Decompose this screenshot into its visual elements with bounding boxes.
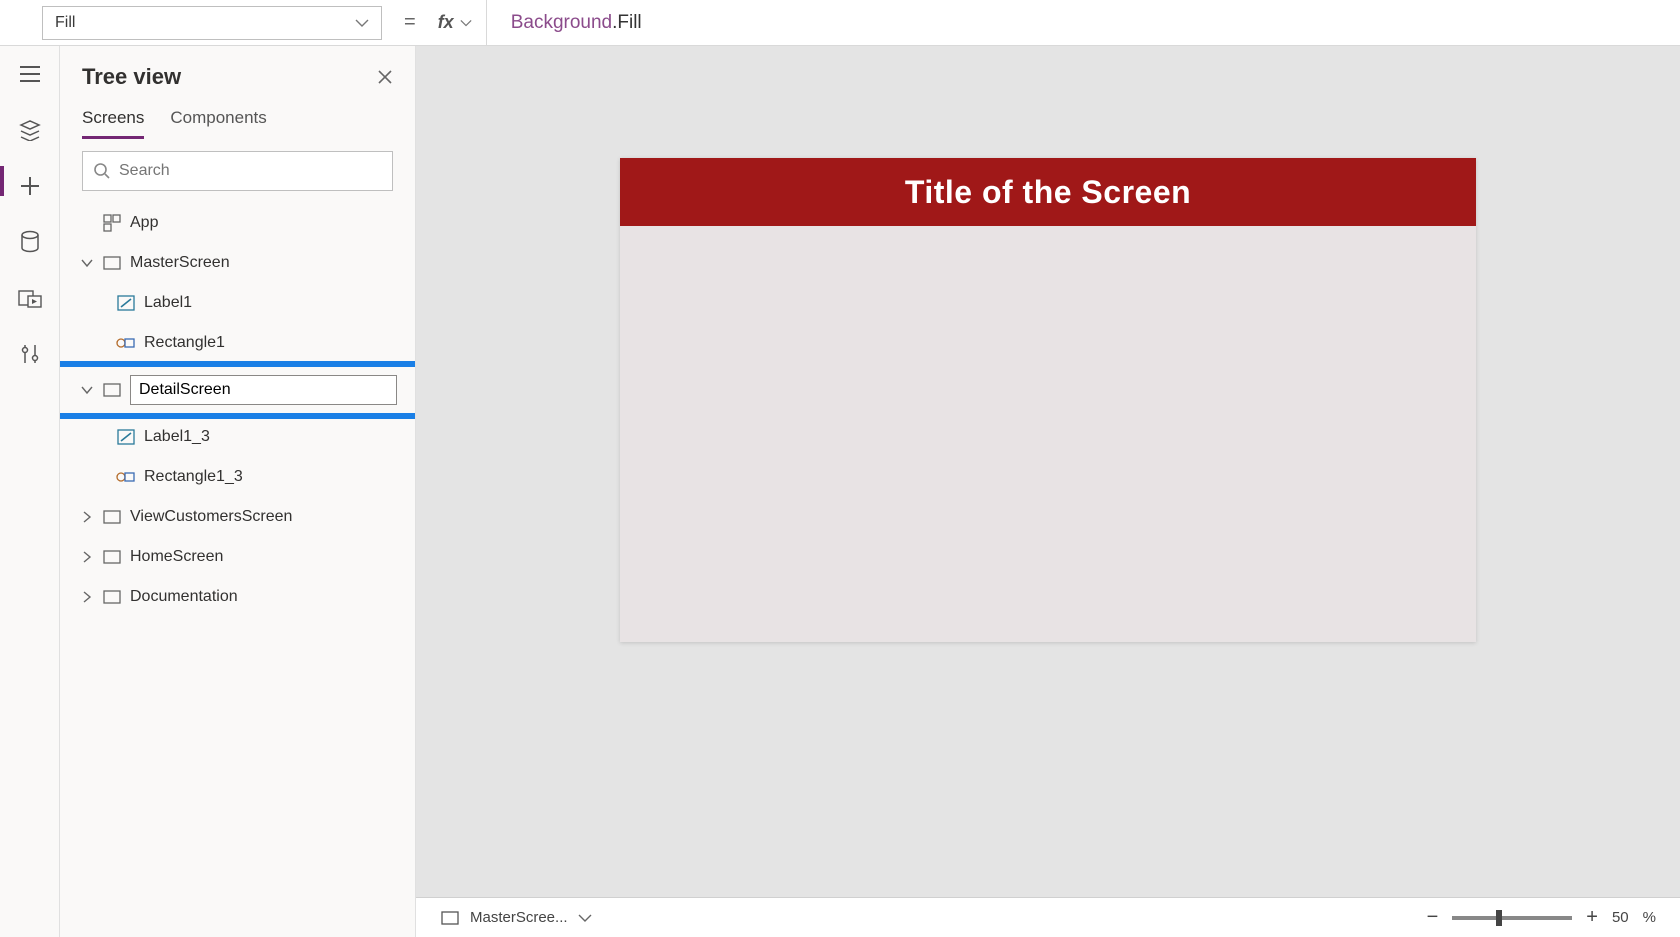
tree-node-app[interactable]: App bbox=[60, 203, 415, 243]
tree-node-label1[interactable]: Label1 bbox=[60, 283, 415, 323]
tree-node-label: Documentation bbox=[130, 588, 238, 606]
chevron-down-icon[interactable] bbox=[80, 258, 94, 268]
tree-node-masterscreen[interactable]: MasterScreen bbox=[60, 243, 415, 283]
zoom-thumb[interactable] bbox=[1496, 910, 1502, 926]
chevron-down-icon bbox=[355, 18, 369, 28]
chevron-right-icon[interactable] bbox=[80, 551, 94, 563]
tree-view-icon[interactable] bbox=[16, 116, 44, 144]
chevron-right-icon[interactable] bbox=[80, 511, 94, 523]
left-rail bbox=[0, 46, 60, 937]
screen-icon bbox=[102, 253, 122, 273]
advanced-tools-icon[interactable] bbox=[16, 340, 44, 368]
tree-node-label: Rectangle1_3 bbox=[144, 468, 243, 486]
label-icon bbox=[116, 427, 136, 447]
chevron-down-icon[interactable] bbox=[80, 385, 94, 395]
insert-icon[interactable] bbox=[16, 172, 44, 200]
rail-active-indicator bbox=[0, 166, 4, 196]
formula-control: Background bbox=[511, 12, 612, 33]
tree-node-rectangle1-3[interactable]: Rectangle1_3 bbox=[60, 457, 415, 497]
formula-bar: Fill = fx Background.Fill bbox=[0, 0, 1680, 46]
canvas-viewport[interactable]: Title of the Screen bbox=[416, 46, 1680, 897]
tree-node-detailscreen-editing[interactable] bbox=[60, 363, 415, 417]
tab-components[interactable]: Components bbox=[170, 108, 266, 139]
fx-label[interactable]: fx bbox=[438, 0, 487, 45]
tree-node-label: HomeScreen bbox=[130, 548, 223, 566]
screen-icon bbox=[102, 380, 122, 400]
screen-icon bbox=[102, 587, 122, 607]
tree-node-label1-3[interactable]: Label1_3 bbox=[60, 417, 415, 457]
tree-title: Tree view bbox=[82, 64, 181, 90]
status-selected-screen[interactable]: MasterScree... bbox=[470, 909, 568, 926]
tree-node-label: Label1 bbox=[144, 294, 192, 312]
zoom-slider[interactable] bbox=[1452, 916, 1572, 920]
data-icon[interactable] bbox=[16, 228, 44, 256]
canvas-area: Title of the Screen MasterScree... − + 5… bbox=[416, 46, 1680, 937]
zoom-percent-symbol: % bbox=[1643, 909, 1656, 926]
rectangle-icon bbox=[116, 467, 136, 487]
tree-search[interactable] bbox=[82, 151, 393, 191]
tree-node-rectangle1[interactable]: Rectangle1 bbox=[60, 323, 415, 363]
tree-node-label: Rectangle1 bbox=[144, 334, 225, 352]
search-input[interactable] bbox=[119, 162, 382, 180]
zoom-value: 50 bbox=[1612, 909, 1629, 926]
zoom-in-button[interactable]: + bbox=[1586, 906, 1598, 929]
formula-prop: .Fill bbox=[612, 12, 642, 33]
screen-header-title: Title of the Screen bbox=[620, 158, 1476, 226]
status-bar: MasterScree... − + 50 % bbox=[416, 897, 1680, 937]
zoom-controls: − + 50 % bbox=[1427, 906, 1656, 929]
app-icon bbox=[102, 213, 122, 233]
hamburger-icon[interactable] bbox=[16, 60, 44, 88]
tree-node-label: MasterScreen bbox=[130, 254, 230, 272]
chevron-down-icon[interactable] bbox=[578, 913, 592, 923]
tree-tabs: Screens Components bbox=[60, 94, 415, 139]
rectangle-icon bbox=[116, 333, 136, 353]
zoom-out-button[interactable]: − bbox=[1427, 906, 1439, 929]
tree-items: App MasterScreen Label1 bbox=[60, 203, 415, 937]
screen-icon bbox=[102, 507, 122, 527]
screen-preview[interactable]: Title of the Screen bbox=[620, 158, 1476, 642]
tree-node-label: ViewCustomersScreen bbox=[130, 508, 292, 526]
tree-node-documentation[interactable]: Documentation bbox=[60, 577, 415, 617]
tree-node-viewcustomersscreen[interactable]: ViewCustomersScreen bbox=[60, 497, 415, 537]
equals-sign: = bbox=[398, 11, 422, 34]
tree-node-label: Label1_3 bbox=[144, 428, 210, 446]
tree-view-panel: Tree view Screens Components App bbox=[60, 46, 416, 937]
media-icon[interactable] bbox=[16, 284, 44, 312]
screen-icon bbox=[102, 547, 122, 567]
chevron-right-icon[interactable] bbox=[80, 591, 94, 603]
formula-input[interactable]: Background.Fill bbox=[503, 11, 1680, 34]
property-dropdown[interactable]: Fill bbox=[42, 6, 382, 40]
close-icon[interactable] bbox=[377, 69, 393, 85]
label-icon bbox=[116, 293, 136, 313]
screen-icon bbox=[440, 908, 460, 928]
tree-node-label: App bbox=[130, 214, 158, 232]
tree-node-homescreen[interactable]: HomeScreen bbox=[60, 537, 415, 577]
tab-screens[interactable]: Screens bbox=[82, 108, 144, 139]
search-icon bbox=[93, 162, 111, 180]
property-name: Fill bbox=[55, 14, 75, 32]
rename-input[interactable] bbox=[130, 375, 397, 405]
